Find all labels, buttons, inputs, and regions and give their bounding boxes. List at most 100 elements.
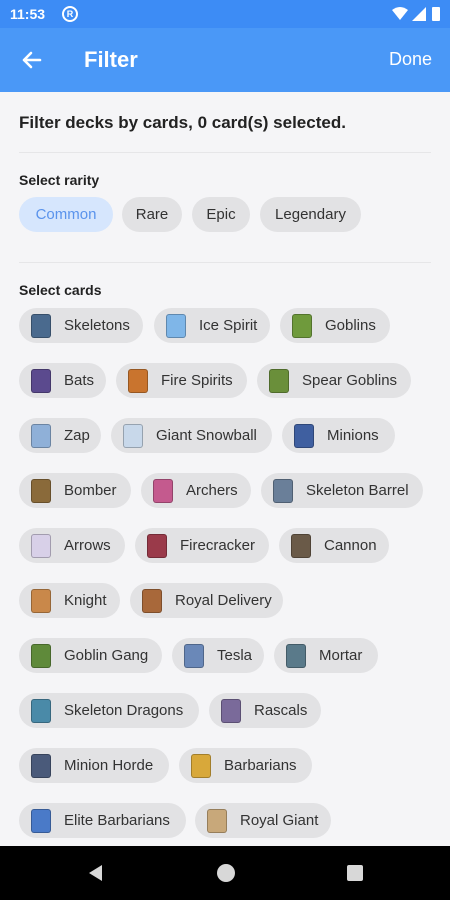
system-status-icons	[392, 7, 440, 21]
knight-card-icon	[31, 589, 51, 613]
card-chip-label: Firecracker	[180, 537, 256, 554]
card-chip-royal-delivery[interactable]: Royal Delivery	[130, 583, 283, 618]
rarity-chip-common[interactable]: Common	[19, 197, 113, 232]
rarity-chip-legendary[interactable]: Legendary	[260, 197, 361, 232]
card-chip-label: Archers	[186, 482, 238, 499]
card-chip-label: Bomber	[64, 482, 117, 499]
card-chip-fire-spirits[interactable]: Fire Spirits	[116, 363, 247, 398]
nav-recents-icon[interactable]	[346, 864, 364, 882]
card-chip-label: Bats	[64, 372, 95, 389]
card-chip-skeleton-barrel[interactable]: Skeleton Barrel	[261, 473, 423, 508]
filter-content[interactable]: Filter decks by cards, 0 card(s) selecte…	[0, 92, 450, 846]
card-chip-bomber[interactable]: Bomber	[19, 473, 131, 508]
card-chip-tesla[interactable]: Tesla	[172, 638, 264, 673]
navigation-bar	[0, 846, 450, 900]
card-chip-elite-barbarians[interactable]: Elite Barbarians	[19, 803, 186, 838]
spear-goblins-card-icon	[269, 369, 289, 393]
status-time: 11:53	[10, 6, 46, 22]
card-chip-giant-snowball[interactable]: Giant Snowball	[111, 418, 272, 453]
royal-giant-card-icon	[207, 809, 227, 833]
card-chip-minions[interactable]: Minions	[282, 418, 395, 453]
back-arrow-icon[interactable]	[14, 42, 50, 78]
card-chip-bats[interactable]: Bats	[19, 363, 106, 398]
card-chip-barbarians[interactable]: Barbarians	[179, 748, 312, 783]
card-chip-label: Goblins	[325, 317, 376, 334]
minions-card-icon	[294, 424, 314, 448]
skeleton-dragons-card-icon	[31, 699, 51, 723]
card-chip-ice-spirit[interactable]: Ice Spirit	[154, 308, 270, 343]
done-button[interactable]: Done	[389, 49, 432, 70]
card-chip-arrows[interactable]: Arrows	[19, 528, 125, 563]
card-chip-label: Tesla	[217, 647, 253, 664]
archers-card-icon	[153, 479, 173, 503]
barbarians-card-icon	[191, 754, 211, 778]
card-chip-label: Rascals	[254, 702, 308, 719]
divider	[19, 152, 431, 153]
zap-card-icon	[31, 424, 51, 448]
ice-spirit-card-icon	[166, 314, 186, 338]
cannon-card-icon	[291, 534, 311, 558]
rarity-chip-epic[interactable]: Epic	[192, 197, 250, 232]
card-chip-rascals[interactable]: Rascals	[209, 693, 321, 728]
card-chip-label: Skeleton Barrel	[306, 482, 409, 499]
card-chip-label: Knight	[64, 592, 107, 609]
bomber-card-icon	[31, 479, 51, 503]
elite-barbarians-card-icon	[31, 809, 51, 833]
signal-icon	[412, 7, 426, 21]
card-chip-label: Giant Snowball	[156, 427, 257, 444]
rarity-section-label: Select rarity	[19, 172, 100, 188]
nav-back-icon[interactable]	[86, 863, 104, 883]
fire-spirits-card-icon	[128, 369, 148, 393]
giant-snowball-card-icon	[123, 424, 143, 448]
bats-card-icon	[31, 369, 51, 393]
tesla-card-icon	[184, 644, 204, 668]
card-chip-label: Skeleton Dragons	[64, 702, 184, 719]
card-chip-cannon[interactable]: Cannon	[279, 528, 389, 563]
card-chip-mortar[interactable]: Mortar	[274, 638, 378, 673]
card-chip-label: Royal Giant	[240, 812, 319, 829]
card-chip-label: Minions	[327, 427, 379, 444]
card-chip-archers[interactable]: Archers	[141, 473, 251, 508]
rarity-chip-rare[interactable]: Rare	[122, 197, 182, 232]
card-chip-label: Royal Delivery	[175, 592, 272, 609]
card-chip-label: Barbarians	[224, 757, 297, 774]
card-chip-label: Zap	[64, 427, 90, 444]
skeleton-barrel-card-icon	[273, 479, 293, 503]
card-chip-label: Arrows	[64, 537, 111, 554]
card-chip-label: Minion Horde	[64, 757, 154, 774]
card-chip-knight[interactable]: Knight	[19, 583, 120, 618]
card-chip-label: Spear Goblins	[302, 372, 398, 389]
card-chip-label: Ice Spirit	[199, 317, 258, 334]
divider	[19, 262, 431, 263]
card-chip-label: Mortar	[319, 647, 363, 664]
rascals-card-icon	[221, 699, 241, 723]
card-chip-royal-giant[interactable]: Royal Giant	[195, 803, 331, 838]
arrows-card-icon	[31, 534, 51, 558]
status-bar: 11:53 R	[0, 0, 450, 28]
card-chip-label: Elite Barbarians	[64, 812, 170, 829]
goblin-gang-card-icon	[31, 644, 51, 668]
page-title: Filter	[84, 47, 138, 72]
firecracker-card-icon	[147, 534, 167, 558]
card-chip-skeleton-dragons[interactable]: Skeleton Dragons	[19, 693, 199, 728]
card-chip-label: Cannon	[324, 537, 377, 554]
card-chip-label: Skeletons	[64, 317, 130, 334]
card-chip-firecracker[interactable]: Firecracker	[135, 528, 269, 563]
mortar-card-icon	[286, 644, 306, 668]
cards-section-label: Select cards	[19, 282, 102, 298]
skeletons-card-icon	[31, 314, 51, 338]
filter-summary: Filter decks by cards, 0 card(s) selecte…	[19, 113, 346, 132]
card-chip-skeletons[interactable]: Skeletons	[19, 308, 143, 343]
battery-icon	[432, 7, 440, 21]
card-chip-spear-goblins[interactable]: Spear Goblins	[257, 363, 411, 398]
card-chip-zap[interactable]: Zap	[19, 418, 101, 453]
card-chip-goblin-gang[interactable]: Goblin Gang	[19, 638, 162, 673]
card-chip-label: Fire Spirits	[161, 372, 233, 389]
nav-home-icon[interactable]	[216, 863, 236, 883]
wifi-icon	[392, 7, 408, 20]
royal-delivery-card-icon	[142, 589, 162, 613]
card-chip-minion-horde[interactable]: Minion Horde	[19, 748, 169, 783]
card-chip-label: Goblin Gang	[64, 647, 149, 664]
card-chip-goblins[interactable]: Goblins	[280, 308, 390, 343]
minion-horde-card-icon	[31, 754, 51, 778]
